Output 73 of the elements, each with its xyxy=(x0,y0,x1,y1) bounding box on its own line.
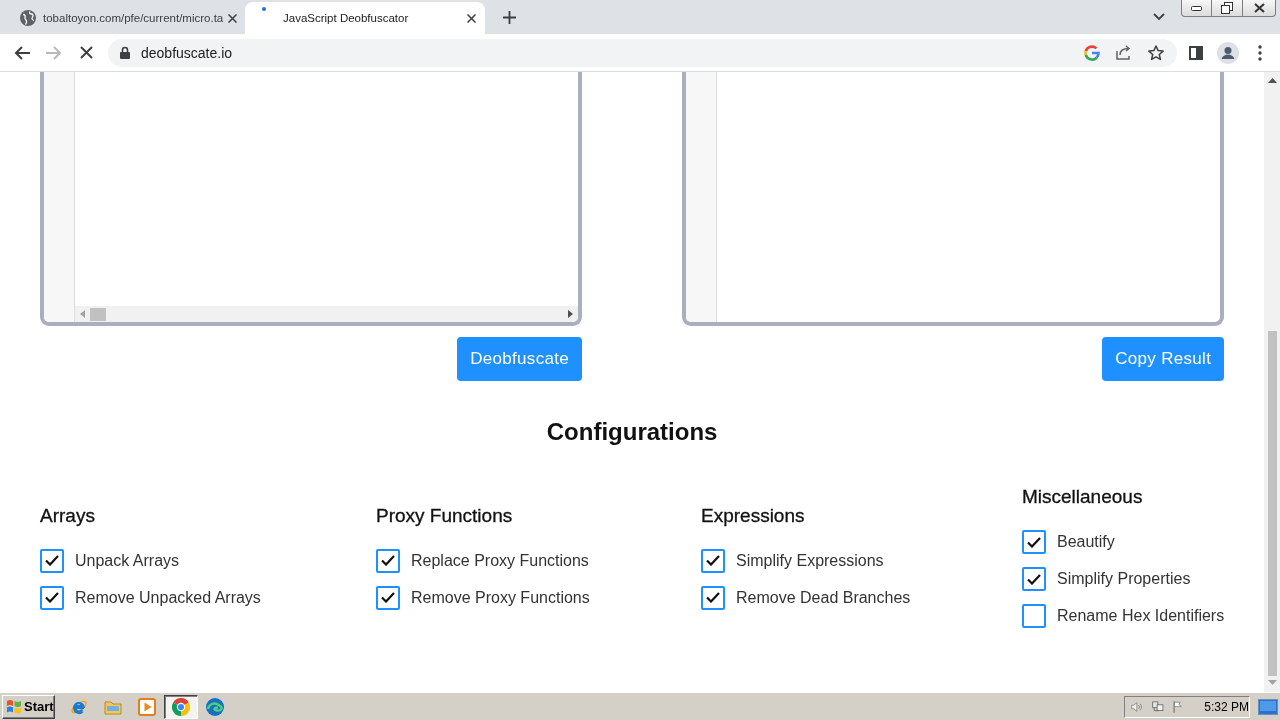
checkmark-icon xyxy=(381,592,395,603)
group-heading: Expressions xyxy=(701,503,806,528)
folder-icon xyxy=(104,698,122,715)
option-label[interactable]: Remove Dead Branches xyxy=(736,588,911,607)
scrollbar-thumb[interactable] xyxy=(1267,331,1277,676)
group-heading: Miscellaneous xyxy=(1022,485,1144,509)
taskbar-app-button[interactable] xyxy=(164,694,198,719)
option-label[interactable]: Simplify Properties xyxy=(1057,570,1191,588)
checkbox[interactable] xyxy=(40,548,64,573)
restore-icon xyxy=(1221,2,1233,14)
more-dots-icon xyxy=(1258,44,1262,61)
option-label[interactable]: Replace Proxy Functions xyxy=(411,551,589,570)
checkbox[interactable] xyxy=(376,585,400,610)
group-heading: Arrays xyxy=(40,503,96,528)
star-icon xyxy=(1148,44,1164,61)
option-label[interactable]: Remove Unpacked Arrays xyxy=(75,588,261,607)
option-label[interactable]: Beautify xyxy=(1057,533,1115,551)
multicolor-g-icon xyxy=(1084,44,1100,61)
close-icon xyxy=(1253,3,1265,13)
minimize-button[interactable] xyxy=(1181,0,1212,17)
scrollbar-thumb[interactable] xyxy=(90,307,106,321)
checkbox[interactable] xyxy=(701,548,725,573)
checkmark-icon xyxy=(706,592,720,603)
restore-button[interactable] xyxy=(1212,0,1243,17)
group-heading: Proxy Functions xyxy=(376,503,514,528)
option-label[interactable]: Rename Hex Identifiers xyxy=(1057,607,1225,625)
side-panel-icon xyxy=(1189,45,1203,60)
browser-tab[interactable]: JavaScript Deobfuscator xyxy=(245,2,485,34)
chevron-down-icon xyxy=(1153,13,1165,21)
close-icon xyxy=(466,13,476,23)
checkbox[interactable] xyxy=(1022,567,1046,591)
checkmark-icon xyxy=(381,555,395,566)
start-button[interactable]: Start xyxy=(2,694,55,719)
option-label[interactable]: Unpack Arrays xyxy=(75,551,180,570)
flag-icon[interactable] xyxy=(1173,698,1184,715)
stop-icon xyxy=(79,46,93,59)
scroll-up-icon[interactable] xyxy=(1267,78,1277,83)
vertical-scrollbar[interactable] xyxy=(1264,72,1280,692)
close-window-button[interactable] xyxy=(1243,0,1276,17)
minimize-icon xyxy=(1191,5,1202,11)
monitor-icon[interactable] xyxy=(1258,698,1278,715)
checkbox[interactable] xyxy=(1022,530,1046,554)
checkmark-icon xyxy=(706,555,720,566)
plus-icon xyxy=(502,10,516,24)
scroll-right-icon[interactable] xyxy=(568,310,573,318)
checkmark-icon xyxy=(1027,573,1041,585)
browser-tab[interactable]: tobaltoyon.com/pfe/current/micro.ta xyxy=(8,2,244,34)
address-bar[interactable]: deobfuscate.io xyxy=(108,38,1177,67)
lock-icon xyxy=(120,46,130,59)
checkmark-icon xyxy=(45,555,59,566)
checkmark-icon xyxy=(45,592,59,603)
round-browser-icon xyxy=(172,697,190,716)
option-label[interactable]: Simplify Expressions xyxy=(736,551,884,570)
checkbox[interactable] xyxy=(376,548,400,573)
forward-arrow-icon xyxy=(46,45,62,60)
code-input-editor[interactable] xyxy=(40,72,582,326)
checkbox[interactable] xyxy=(40,585,64,610)
checkbox[interactable] xyxy=(1022,604,1046,628)
checkbox[interactable] xyxy=(701,585,725,610)
avatar-icon xyxy=(1217,41,1239,64)
swirl-icon xyxy=(206,697,224,716)
horizontal-scrollbar[interactable] xyxy=(75,306,578,322)
loading-dot-icon xyxy=(262,7,266,11)
globe-icon xyxy=(20,10,36,26)
four-color-flag-icon xyxy=(6,699,22,714)
section-heading: Configurations xyxy=(545,417,719,447)
play-button-icon xyxy=(138,697,156,716)
share-icon xyxy=(1116,45,1132,60)
option-label[interactable]: Remove Proxy Functions xyxy=(411,588,590,607)
clock-time[interactable]: 5:32 PM xyxy=(1204,699,1249,714)
checkmark-icon xyxy=(1027,536,1041,548)
close-icon xyxy=(227,13,237,23)
back-arrow-icon xyxy=(14,45,30,60)
